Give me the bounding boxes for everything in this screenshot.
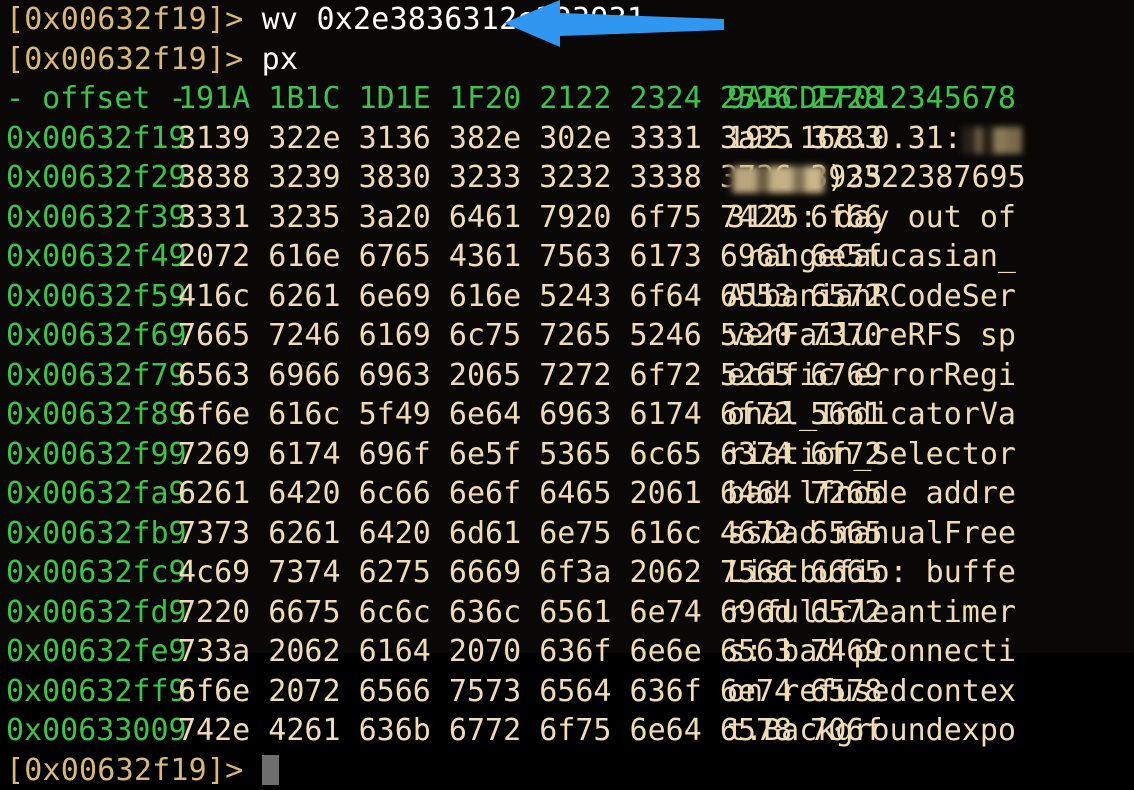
hexdump-offset[interactable]: 0x00632ff9 — [0, 672, 178, 712]
hexdump-row: 0x00632fb97373 6261 6420 6d61 6e75 616c … — [0, 514, 1134, 554]
hexdump-bytes[interactable]: 4c69 7374 6275 6669 6f3a 2062 7566 6665 — [178, 553, 723, 593]
hexdump-row: 0x00632f193139 322e 3136 382e 302e 3331 … — [0, 119, 1134, 159]
hexdump-row: 0x00632f293838 3239 3830 3233 3232 3338 … — [0, 158, 1134, 198]
hexdump-ascii[interactable]: Listbufio: buffe — [723, 553, 1016, 593]
hexdump-ascii[interactable]: 3125: day out of — [723, 198, 1016, 238]
hexdump-row: 0x00633009742e 4261 636b 6772 6f75 6e64 … — [0, 711, 1134, 751]
hexdump-bytes[interactable]: 6f6e 616c 5f49 6e64 6963 6174 6f72 5661 — [178, 395, 723, 435]
hexdump-bytes[interactable]: 7220 6675 6c6c 636c 6561 6e74 696d 6572 — [178, 593, 723, 633]
hexdump-ascii[interactable]: s: bad pconnecti — [723, 632, 1016, 672]
hexdump-row: 0x00632fd97220 6675 6c6c 636c 6561 6e74 … — [0, 593, 1134, 633]
hexdump-ascii[interactable]: AlbanianRCodeSer — [723, 277, 1016, 317]
hexdump-ascii[interactable]: 192.168.0.31: — [723, 119, 1022, 159]
text-cursor — [262, 755, 279, 785]
hexdump-header-row: - offset -191A 1B1C 1D1E 1F20 2122 2324 … — [0, 79, 1134, 119]
hexdump-row: 0x00632f393331 3235 3a20 6461 7920 6f75 … — [0, 198, 1134, 238]
hexdump-row: 0x00632f997269 6174 696f 6e5f 5365 6c65 … — [0, 435, 1134, 475]
hexdump-bytes[interactable]: 416c 6261 6e69 616e 5243 6f64 6553 6572 — [178, 277, 723, 317]
hexdump-row: 0x00632f796563 6966 6963 2065 7272 6f72 … — [0, 356, 1134, 396]
terminal-window[interactable]: 0x00632f09 2e31 3638 2e30 2e33 312e 3139… — [0, 0, 1134, 653]
scrollback-sliver-text: 0x00632f09 2e31 3638 2e30 2e33 312e 3139 — [0, 0, 741, 4]
hexdump-offset[interactable]: 0x00632f69 — [0, 316, 178, 356]
hexdump-bytes[interactable]: 6f6e 2072 6566 7573 6564 636f 6e74 6578 — [178, 672, 723, 712]
hexdump-ascii[interactable]: verFailureRFS sp — [723, 316, 1016, 356]
hexdump-offset[interactable]: 0x00632f19 — [0, 119, 178, 159]
hexdump-ascii-text: 192.168.0.31: — [727, 121, 962, 156]
hexdump-ascii[interactable]: rangeCaucasian_ — [723, 237, 1016, 277]
active-prompt-line[interactable]: [0x00632f19]> — [0, 751, 1134, 790]
hexdump-row: 0x00632f59416c 6261 6e69 616e 5243 6f64 … — [0, 277, 1134, 317]
terminal-output: [0x00632f19]> wv 0x2e3836312e323931[0x00… — [0, 0, 1134, 790]
hexdump-ascii-text: )2322387695 — [827, 160, 1026, 195]
hexdump-offset[interactable]: 0x00633009 — [0, 711, 178, 751]
hexdump-bytes[interactable]: 742e 4261 636b 6772 6f75 6e64 6578 706f — [178, 711, 723, 751]
hexdump-bytes[interactable]: 733a 2062 6164 2070 636f 6e6e 6563 7469 — [178, 632, 723, 672]
shell-prompt: [0x00632f19]> — [6, 42, 262, 77]
hexdump-row: 0x00632ff96f6e 2072 6566 7573 6564 636f … — [0, 672, 1134, 712]
hexdump-ascii[interactable]: ecific errorRegi — [723, 356, 1016, 396]
command-line: [0x00632f19]> px — [0, 40, 1134, 80]
hexdump-offset[interactable]: 0x00632f49 — [0, 237, 178, 277]
redacted-region — [727, 166, 827, 193]
hexdump-row: 0x00632f492072 616e 6765 4361 7563 6173 … — [0, 237, 1134, 277]
hexdump-ascii[interactable]: r fullcleantimer — [723, 593, 1016, 633]
command-text: wv 0x2e3836312e323931 — [262, 2, 646, 37]
shell-prompt: [0x00632f19]> — [6, 753, 262, 788]
hexdump-offset[interactable]: 0x00632fd9 — [0, 593, 178, 633]
hexdump-offset[interactable]: 0x00632f99 — [0, 435, 178, 475]
hexdump-bytes[interactable]: 3331 3235 3a20 6461 7920 6f75 7420 6f66 — [178, 198, 723, 238]
command-line: [0x00632f19]> wv 0x2e3836312e323931 — [0, 0, 1134, 40]
hexdump-ascii[interactable]: bad lfnode addre — [723, 474, 1016, 514]
hexdump-ascii[interactable]: riation_Selector — [723, 435, 1016, 475]
hexdump-ascii[interactable]: on refusedcontex — [723, 672, 1016, 712]
hexdump-column-headers: 191A 1B1C 1D1E 1F20 2122 2324 2526 2728 — [178, 79, 723, 119]
hexdump-ascii[interactable]: )2322387695 — [723, 158, 1026, 198]
hexdump-bytes[interactable]: 3139 322e 3136 382e 302e 3331 3a35 3733 — [178, 119, 723, 159]
hexdump-offset[interactable]: 0x00632f59 — [0, 277, 178, 317]
shell-prompt: [0x00632f19]> — [6, 2, 262, 37]
hexdump-offset[interactable]: 0x00632fc9 — [0, 553, 178, 593]
hexdump-offset[interactable]: 0x00632f39 — [0, 198, 178, 238]
hexdump-offset[interactable]: 0x00632fb9 — [0, 514, 178, 554]
hexdump-ascii[interactable]: onal_IndicatorVa — [723, 395, 1016, 435]
hexdump-offset[interactable]: 0x00632fe9 — [0, 632, 178, 672]
hexdump-row: 0x00632f896f6e 616c 5f49 6e64 6963 6174 … — [0, 395, 1134, 435]
hexdump-bytes[interactable]: 6563 6966 6963 2065 7272 6f72 5265 6769 — [178, 356, 723, 396]
hexdump-bytes[interactable]: 3838 3239 3830 3233 3232 3338 3736 3935 — [178, 158, 723, 198]
hexdump-row: 0x00632f697665 7246 6169 6c75 7265 5246 … — [0, 316, 1134, 356]
hexdump-bytes[interactable]: 6261 6420 6c66 6e6f 6465 2061 6464 7265 — [178, 474, 723, 514]
hexdump-ascii[interactable]: t.Backgroundexpo — [723, 711, 1016, 751]
hexdump-offset-header: - offset - — [0, 79, 178, 119]
hexdump-offset[interactable]: 0x00632f89 — [0, 395, 178, 435]
hexdump-ascii-legend: 9ABCDEF012345678 — [723, 79, 1016, 119]
redacted-region — [962, 127, 1022, 154]
hexdump-row: 0x00632fe9733a 2062 6164 2070 636f 6e6e … — [0, 632, 1134, 672]
hexdump-offset[interactable]: 0x00632fa9 — [0, 474, 178, 514]
hexdump-offset[interactable]: 0x00632f29 — [0, 158, 178, 198]
scrollback-sliver: 0x00632f09 2e31 3638 2e30 2e33 312e 3139 — [0, 0, 1134, 4]
hexdump-bytes[interactable]: 7269 6174 696f 6e5f 5365 6c65 6374 6f72 — [178, 435, 723, 475]
hexdump-bytes[interactable]: 2072 616e 6765 4361 7563 6173 6961 6e5f — [178, 237, 723, 277]
hexdump-ascii[interactable]: ssbad manualFree — [723, 514, 1016, 554]
hexdump-bytes[interactable]: 7373 6261 6420 6d61 6e75 616c 4672 6565 — [178, 514, 723, 554]
command-text: px — [262, 42, 299, 77]
hexdump-row: 0x00632fa96261 6420 6c66 6e6f 6465 2061 … — [0, 474, 1134, 514]
hexdump-row: 0x00632fc94c69 7374 6275 6669 6f3a 2062 … — [0, 553, 1134, 593]
hexdump-bytes[interactable]: 7665 7246 6169 6c75 7265 5246 5320 7370 — [178, 316, 723, 356]
hexdump-offset[interactable]: 0x00632f79 — [0, 356, 178, 396]
